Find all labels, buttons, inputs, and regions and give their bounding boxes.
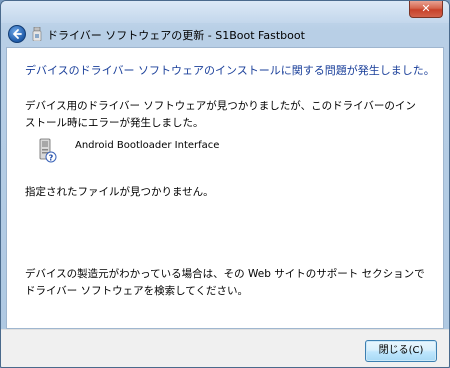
- problem-heading: デバイスのドライバー ソフトウェアのインストールに関する問題が発生しました。: [25, 64, 435, 77]
- wizard-header: ドライバー ソフトウェアの更新 - S1Boot Fastboot: [1, 23, 449, 47]
- wizard-title: ドライバー ソフトウェアの更新 - S1Boot Fastboot: [47, 29, 305, 42]
- content-panel: デバイスのドライバー ソフトウェアのインストールに関する問題が発生しました。 デ…: [6, 47, 444, 329]
- title-bar: ✕: [1, 1, 449, 23]
- error-description: デバイス用のドライバー ソフトウェアが見つかりましたが、このドライバーのインスト…: [25, 100, 416, 129]
- support-hint: デバイスの製造元がわかっている場合は、その Web サイトのサポート セクション…: [25, 268, 425, 297]
- close-button[interactable]: 閉じる(C): [365, 340, 437, 362]
- error-message: 指定されたファイルが見つかりません。: [25, 186, 214, 198]
- button-bar: 閉じる(C): [1, 329, 449, 367]
- device-name: Android Bootloader Interface: [75, 140, 220, 151]
- back-arrow-icon: [13, 29, 22, 39]
- usb-device-icon: [32, 27, 42, 41]
- svg-text:?: ?: [49, 154, 54, 163]
- window-close-button[interactable]: ✕: [409, 1, 443, 18]
- close-icon: ✕: [421, 2, 431, 15]
- driver-update-window: ✕ ドライバー ソフトウェアの更新 - S1Boot Fastboot デバイス…: [0, 0, 450, 368]
- back-button[interactable]: [8, 25, 26, 43]
- unknown-device-icon: ?: [39, 138, 57, 163]
